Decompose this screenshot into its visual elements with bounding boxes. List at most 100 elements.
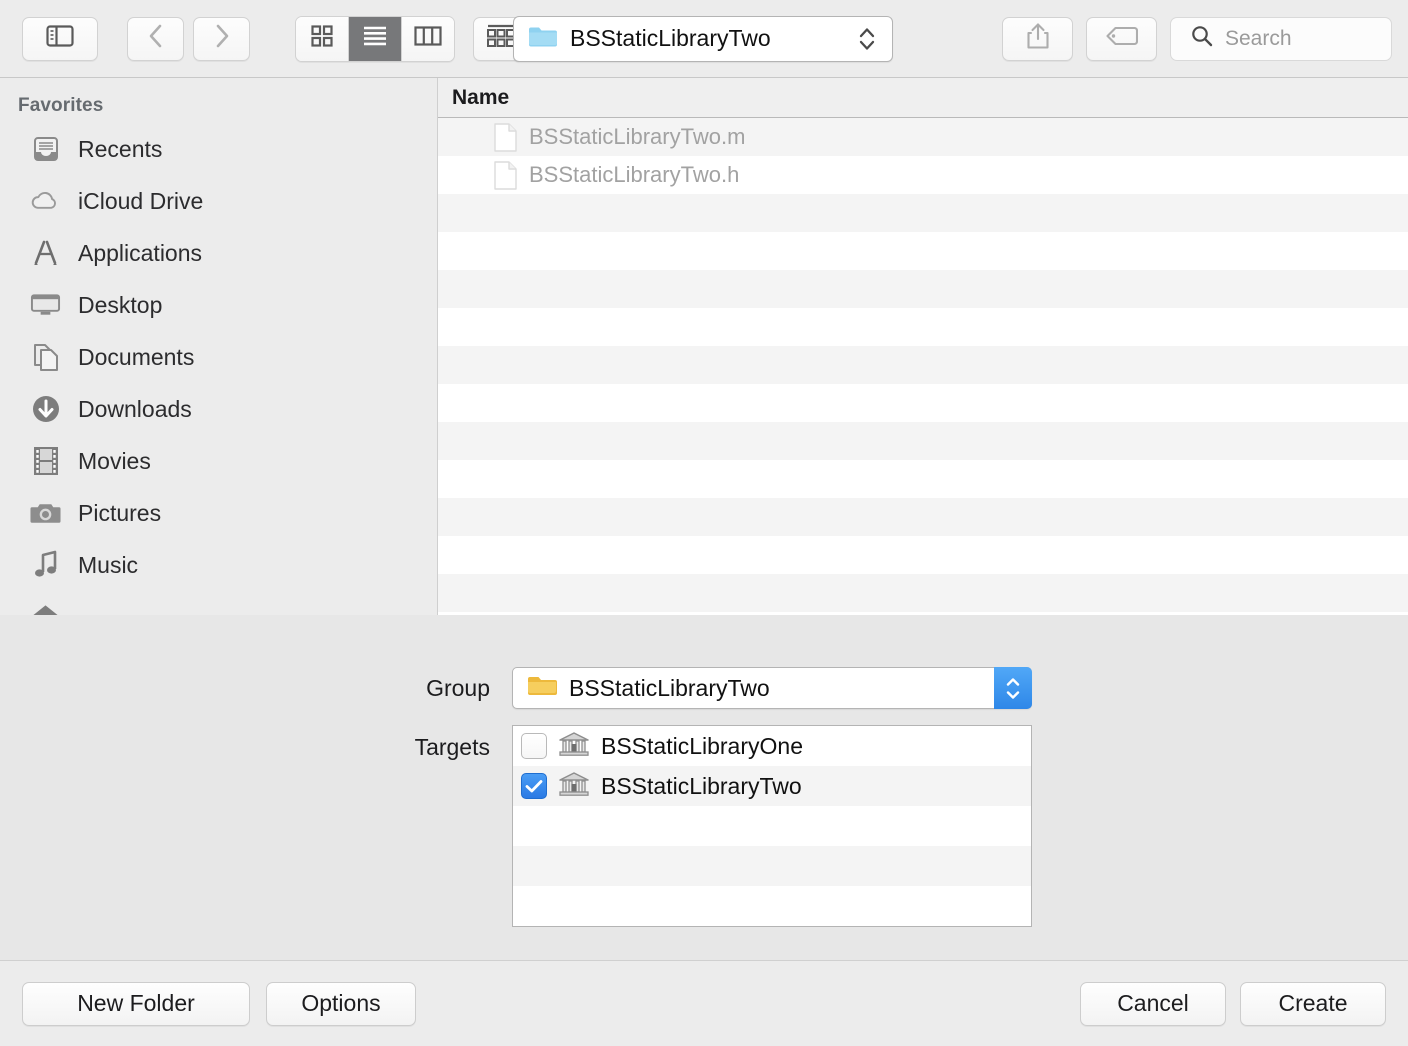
sidebar-toggle-button[interactable]	[22, 16, 98, 61]
group-stepper[interactable]	[994, 667, 1032, 709]
target-library-icon	[559, 731, 589, 762]
table-row	[438, 308, 1408, 346]
table-row	[438, 460, 1408, 498]
sidebar-item-label: Documents	[78, 343, 195, 370]
sidebar-item-label: Recents	[78, 135, 163, 162]
view-mode-column-button[interactable]	[402, 16, 454, 61]
search-icon	[1191, 25, 1213, 52]
target-library-icon	[559, 771, 589, 802]
tag-button[interactable]	[1086, 16, 1157, 61]
view-mode-icon-button[interactable]	[296, 16, 349, 61]
sidebar-section-favorites: Favorites	[18, 95, 104, 116]
sidebar: Favorites Recents iCloud Drive Applicati…	[0, 78, 438, 615]
create-button[interactable]: Create	[1240, 981, 1386, 1026]
file-name: BSStaticLibraryTwo.h	[529, 162, 740, 187]
share-icon	[1026, 22, 1050, 55]
table-row	[438, 498, 1408, 536]
table-row	[438, 574, 1408, 612]
table-row	[438, 270, 1408, 308]
sidebar-item-label: Desktop	[78, 291, 163, 318]
group-popup-button[interactable]: BSStaticLibraryTwo	[512, 667, 1032, 709]
group-label: Group	[426, 674, 490, 701]
file-list-rows: BSStaticLibraryTwo.m BSStaticLibraryTwo.…	[438, 118, 1408, 615]
sidebar-item-documents[interactable]: Documents	[0, 331, 437, 383]
target-name: BSStaticLibraryOne	[601, 732, 803, 759]
target-checkbox[interactable]	[521, 773, 547, 799]
list-item[interactable]: BSStaticLibraryOne	[513, 726, 1031, 766]
sidebar-item-music[interactable]: Music	[0, 539, 437, 591]
path-popup-button[interactable]: BSStaticLibraryTwo	[513, 15, 893, 62]
save-dialog: BSStaticLibraryTwo Search Favorites Rece…	[0, 0, 1408, 1046]
desktop-icon	[30, 290, 61, 321]
sidebar-item-icloud-drive[interactable]: iCloud Drive	[0, 175, 437, 227]
tag-icon	[1105, 26, 1138, 51]
home-icon	[30, 602, 61, 615]
accessory-panel: Group BSStaticLibraryTwo Targets BSStati…	[0, 615, 1408, 960]
target-name: BSStaticLibraryTwo	[601, 772, 802, 799]
sidebar-item-label: Pictures	[78, 499, 162, 526]
column-header-name: Name	[452, 85, 510, 109]
sidebar-item-label: Downloads	[78, 395, 192, 422]
up-down-stepper-icon[interactable]	[858, 26, 876, 52]
target-checkbox[interactable]	[521, 733, 547, 759]
blue-folder-icon	[528, 24, 558, 53]
table-row	[438, 422, 1408, 460]
file-list-header: Name	[438, 78, 1408, 118]
movies-film-icon	[30, 446, 61, 477]
document-icon	[494, 122, 517, 152]
toolbar-right-group: Search	[1002, 16, 1392, 61]
music-note-icon	[30, 550, 61, 581]
sidebar-item-label: Applications	[78, 239, 203, 266]
options-button[interactable]: Options	[266, 981, 416, 1026]
pictures-camera-icon	[30, 498, 61, 529]
sidebar-item-home[interactable]	[0, 591, 437, 615]
sidebar-item-applications[interactable]: Applications	[0, 227, 437, 279]
sidebar-item-desktop[interactable]: Desktop	[0, 279, 437, 331]
documents-icon	[30, 342, 61, 373]
column-view-icon	[414, 25, 442, 52]
list-item[interactable]: BSStaticLibraryTwo	[513, 766, 1031, 806]
file-list: Name BSStaticLibraryTwo.m BSStaticLibrar…	[438, 78, 1408, 615]
targets-label: Targets	[414, 734, 490, 760]
group-row: Group BSStaticLibraryTwo	[0, 667, 1408, 709]
list-item	[513, 886, 1031, 926]
view-mode-list-button[interactable]	[349, 16, 402, 61]
share-button[interactable]	[1002, 16, 1073, 61]
footer: New Folder Options Cancel Create	[0, 960, 1408, 1046]
forward-button[interactable]	[193, 16, 250, 61]
list-item	[513, 846, 1031, 886]
back-button[interactable]	[127, 16, 184, 61]
list-view-icon	[362, 25, 388, 52]
table-row	[438, 232, 1408, 270]
sidebar-item-pictures[interactable]: Pictures	[0, 487, 437, 539]
list-item	[513, 806, 1031, 846]
sidebar-item-label: iCloud Drive	[78, 187, 204, 214]
sidebar-item-movies[interactable]: Movies	[0, 435, 437, 487]
arrange-by-icon	[486, 23, 516, 54]
downloads-icon	[30, 394, 61, 425]
table-row	[438, 536, 1408, 574]
path-popup-label: BSStaticLibraryTwo	[570, 25, 771, 51]
table-row[interactable]: BSStaticLibraryTwo.m	[438, 118, 1408, 156]
footer-right-group: Cancel Create	[1080, 981, 1386, 1026]
table-row	[438, 346, 1408, 384]
targets-row: Targets BSStaticLibraryOne BSStaticLibra…	[0, 725, 1408, 927]
yellow-folder-icon	[527, 674, 557, 703]
chevron-right-icon	[214, 23, 230, 54]
new-folder-button[interactable]: New Folder	[22, 981, 250, 1026]
table-row	[438, 384, 1408, 422]
sidebar-item-label: Music	[78, 551, 139, 578]
sidebar-item-recents[interactable]: Recents	[0, 123, 437, 175]
icon-view-icon	[310, 24, 334, 53]
group-value: BSStaticLibraryTwo	[569, 674, 770, 701]
table-row[interactable]: BSStaticLibraryTwo.h	[438, 156, 1408, 194]
file-browser: Favorites Recents iCloud Drive Applicati…	[0, 78, 1408, 615]
table-row	[438, 194, 1408, 232]
search-placeholder: Search	[1225, 26, 1292, 50]
search-field[interactable]: Search	[1170, 16, 1392, 61]
document-icon	[494, 160, 517, 190]
targets-list: BSStaticLibraryOne BSStaticLibraryTwo	[512, 725, 1032, 927]
cancel-button[interactable]: Cancel	[1080, 981, 1226, 1026]
sidebar-item-downloads[interactable]: Downloads	[0, 383, 437, 435]
sidebar-toggle-icon	[46, 24, 74, 53]
